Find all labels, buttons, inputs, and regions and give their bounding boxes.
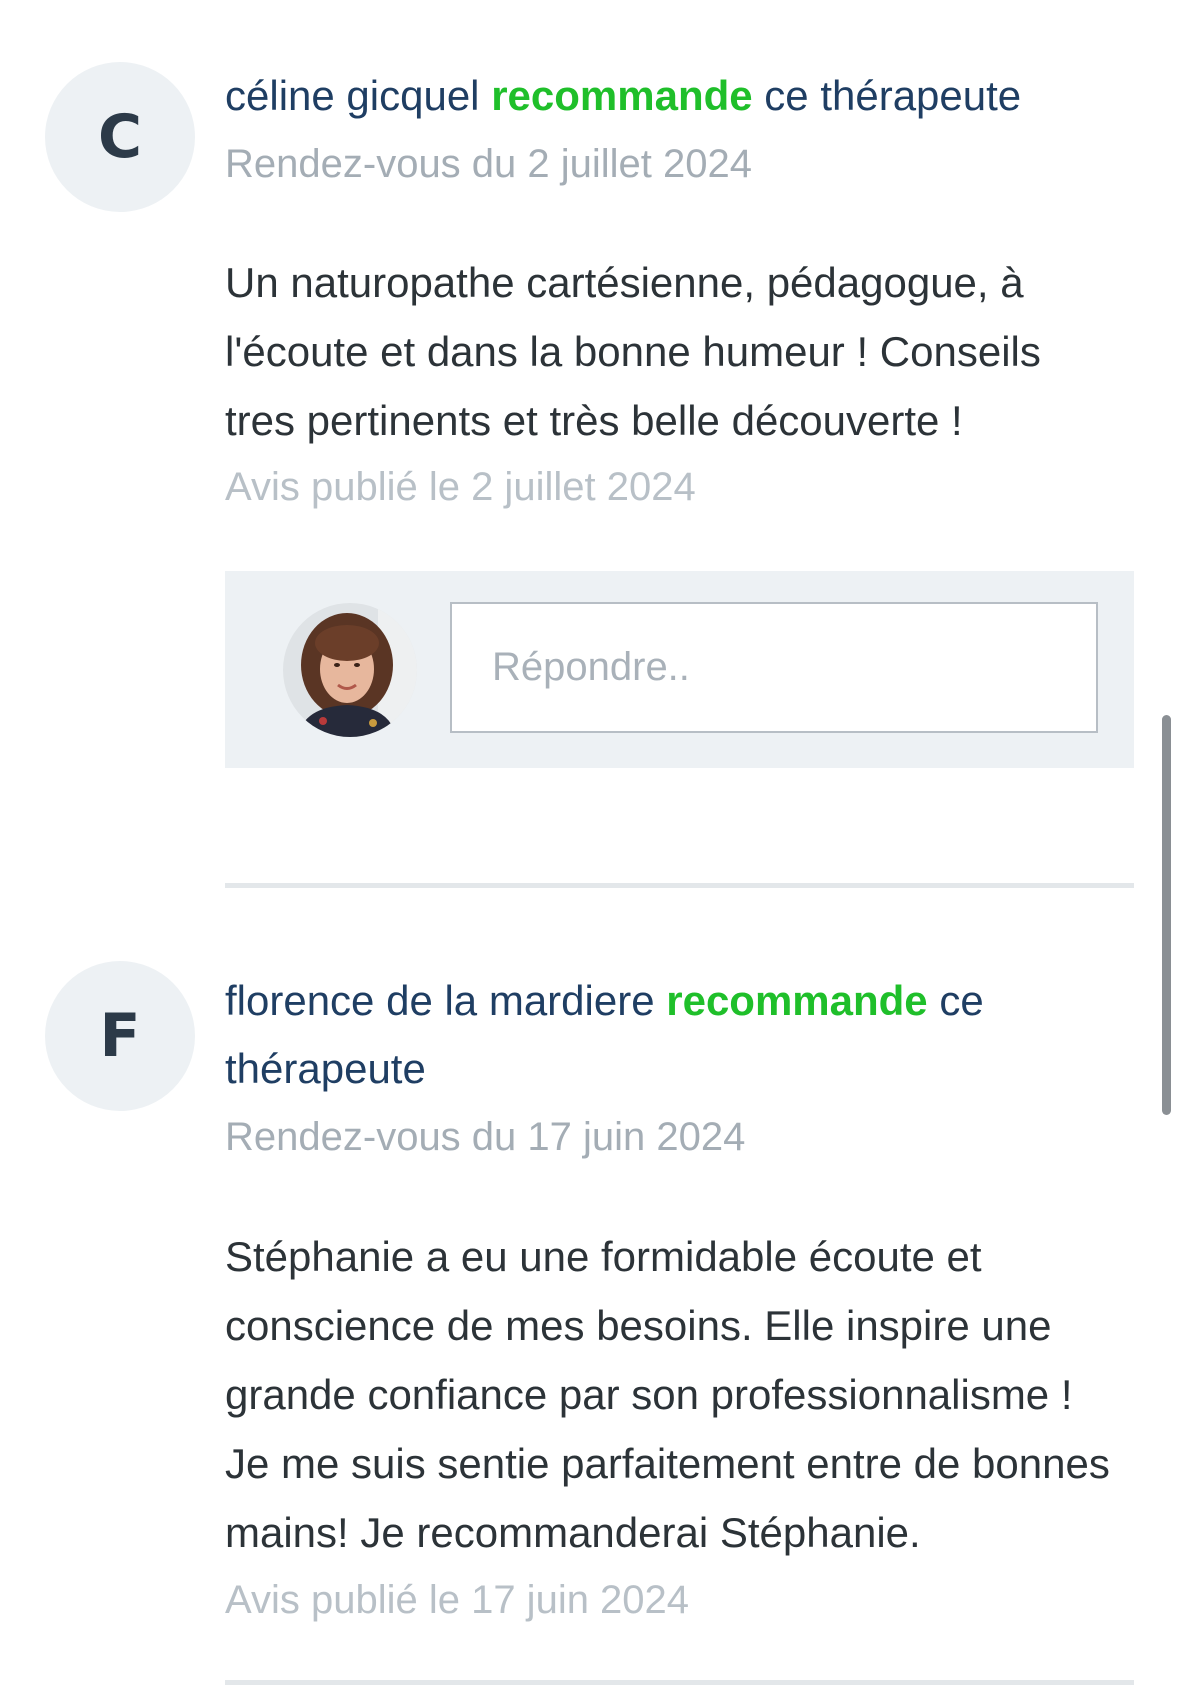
recommend-label: recommande <box>666 977 928 1024</box>
review-divider <box>225 1680 1134 1685</box>
review-headline: florence de la mardiere recommande ce th… <box>225 967 1105 1103</box>
reviewer-avatar-c: C <box>45 62 195 212</box>
appointment-date: Rendez-vous du 2 juillet 2024 <box>225 142 753 186</box>
therapist-avatar <box>283 603 417 737</box>
reply-panel <box>225 571 1134 768</box>
headline-suffix: ce thérapeute <box>752 72 1022 119</box>
published-date: Avis publié le 17 juin 2024 <box>225 1578 690 1622</box>
therapist-photo-icon <box>283 603 417 737</box>
avatar-initial: F <box>99 1001 141 1071</box>
review-text: Un naturopathe cartésienne, pédagogue, à… <box>225 259 1041 444</box>
reviewer-name[interactable]: céline gicquel <box>225 72 480 119</box>
reply-input[interactable] <box>450 602 1098 733</box>
published-date: Avis publié le 2 juillet 2024 <box>225 465 696 509</box>
reviewer-avatar-f: F <box>45 961 195 1111</box>
review-headline: céline gicquel recommande ce thérapeute <box>225 62 1105 130</box>
avatar-initial: C <box>97 102 143 172</box>
scrollbar[interactable] <box>1162 715 1171 1115</box>
recommend-label: recommande <box>491 72 753 119</box>
review-divider <box>225 883 1134 888</box>
review-text: Stéphanie a eu une formidable écoute et … <box>225 1233 1110 1556</box>
appointment-date: Rendez-vous du 17 juin 2024 <box>225 1115 746 1159</box>
reviewer-name[interactable]: florence de la mardiere <box>225 977 655 1024</box>
